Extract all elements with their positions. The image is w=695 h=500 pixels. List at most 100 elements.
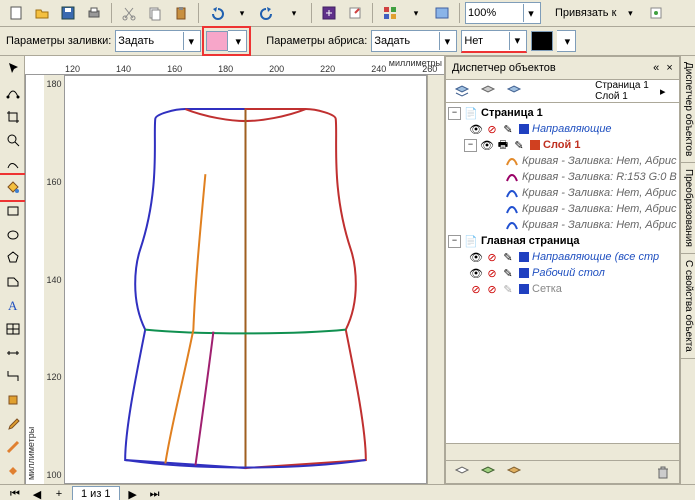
rectangle-tool[interactable]: [1, 200, 25, 223]
eye-icon[interactable]: 👁: [469, 250, 483, 264]
tree-curve-node[interactable]: Кривая - Заливка: Нет, Абрис: [448, 153, 677, 169]
eyedropper-tool[interactable]: [1, 412, 25, 435]
new-layer-button[interactable]: [450, 460, 474, 484]
tree-guides-all-node[interactable]: 👁 ⊘ ✎ Направляющие (все стр: [448, 249, 677, 265]
first-page-button[interactable]: ⏮: [6, 486, 24, 500]
print-button[interactable]: [82, 1, 106, 25]
outline-mode-dropdown[interactable]: ▾: [439, 32, 454, 50]
expand-icon[interactable]: −: [448, 107, 461, 120]
zoom-tool[interactable]: [1, 129, 25, 152]
tree-desktop-node[interactable]: 👁 ⊘ ✎ Рабочий стол: [448, 265, 677, 281]
app-launcher-button[interactable]: [378, 1, 402, 25]
last-page-button[interactable]: ⏭: [146, 486, 164, 500]
object-tree[interactable]: − 📄 Страница 1 👁 ⊘ ✎ Направляющие: [446, 103, 679, 443]
smart-fill-tool[interactable]: [1, 176, 25, 199]
tree-layer1-node[interactable]: − 👁 🖶 ✎ Слой 1: [448, 137, 677, 153]
eye-icon[interactable]: 👁: [480, 138, 494, 152]
tree-guides-node[interactable]: 👁 ⊘ ✎ Направляющие: [448, 121, 677, 137]
pencil-disabled-icon[interactable]: ✎: [501, 282, 515, 296]
pencil-icon[interactable]: ✎: [512, 138, 526, 152]
expand-icon[interactable]: −: [464, 139, 477, 152]
tree-curve-node[interactable]: Кривая - Заливка: Нет, Абрис: [448, 185, 677, 201]
tab-object-properties[interactable]: С свойства объекта: [681, 254, 695, 359]
new-master-layer-button[interactable]: [476, 460, 500, 484]
fill-mode-combo[interactable]: Задать▾: [115, 30, 201, 52]
redo-button[interactable]: [256, 1, 280, 25]
pencil-icon[interactable]: ✎: [501, 250, 515, 264]
delete-button[interactable]: [651, 460, 675, 484]
redo-dropdown[interactable]: ▾: [282, 1, 306, 25]
freehand-tool[interactable]: [1, 152, 25, 175]
add-page-button[interactable]: +: [50, 486, 68, 500]
undo-button[interactable]: [204, 1, 228, 25]
tree-master-node[interactable]: − 📄 Главная страница: [448, 233, 677, 249]
print-disabled-icon[interactable]: ⊘: [485, 282, 499, 296]
print-icon[interactable]: 🖶: [496, 138, 510, 152]
shape-tool[interactable]: [1, 82, 25, 105]
print-disabled-icon[interactable]: ⊘: [485, 250, 499, 264]
tree-curve-node[interactable]: Кривая - Заливка: R:153 G:0 B: [448, 169, 677, 185]
new-button[interactable]: [4, 1, 28, 25]
snap-dropdown[interactable]: ▾: [618, 1, 642, 25]
open-button[interactable]: [30, 1, 54, 25]
app-dropdown[interactable]: ▾: [404, 1, 428, 25]
save-button[interactable]: [56, 1, 80, 25]
layer-manager-button[interactable]: [450, 79, 474, 103]
new-layer-all-button[interactable]: [502, 460, 526, 484]
import-button[interactable]: [317, 1, 341, 25]
fill-color-swatch[interactable]: [206, 31, 228, 51]
cut-button[interactable]: [117, 1, 141, 25]
connector-tool[interactable]: [1, 365, 25, 388]
edit-across-layers-button[interactable]: [476, 79, 500, 103]
vscrollbar[interactable]: [427, 75, 444, 484]
text-tool[interactable]: A: [1, 294, 25, 317]
prev-page-button[interactable]: ◀: [28, 486, 46, 500]
panel-close-button[interactable]: ×: [666, 62, 672, 74]
copy-button[interactable]: [143, 1, 167, 25]
basic-shapes-tool[interactable]: [1, 270, 25, 293]
undo-dropdown[interactable]: ▾: [230, 1, 254, 25]
options-button[interactable]: [644, 1, 668, 25]
ellipse-tool[interactable]: [1, 223, 25, 246]
tree-page-node[interactable]: − 📄 Страница 1: [448, 105, 677, 121]
eye-disabled-icon[interactable]: ⊘: [469, 282, 483, 296]
layer-view-button[interactable]: [502, 79, 526, 103]
outline-width-dropdown[interactable]: ▾: [509, 32, 524, 50]
tab-transformations[interactable]: Преобразования: [681, 163, 695, 254]
drawing-canvas[interactable]: [64, 75, 427, 484]
tree-curve-node[interactable]: Кривая - Заливка: Нет, Абрис: [448, 217, 677, 233]
outline-width-combo[interactable]: Нет▾: [461, 30, 527, 53]
paste-button[interactable]: [169, 1, 193, 25]
outline-mode-combo[interactable]: Задать▾: [371, 30, 457, 52]
fill-color-dropdown[interactable]: ▾: [228, 30, 247, 52]
crop-tool[interactable]: [1, 105, 25, 128]
pencil-icon[interactable]: ✎: [501, 266, 515, 280]
eye-icon[interactable]: 👁: [469, 122, 483, 136]
zoom-combo[interactable]: 100%▾: [465, 2, 541, 24]
outline-color-swatch[interactable]: [531, 31, 553, 51]
outline-tool[interactable]: [1, 436, 25, 459]
tree-grid-node[interactable]: ⊘ ⊘ ✎ Сетка: [448, 281, 677, 297]
polygon-tool[interactable]: [1, 247, 25, 270]
welcome-button[interactable]: [430, 1, 454, 25]
outline-color-dropdown[interactable]: ▾: [557, 30, 576, 52]
pencil-icon[interactable]: ✎: [501, 122, 515, 136]
effects-tool[interactable]: [1, 389, 25, 412]
print-disabled-icon[interactable]: ⊘: [485, 266, 499, 280]
print-disabled-icon[interactable]: ⊘: [485, 122, 499, 136]
panel-hscrollbar[interactable]: [446, 443, 679, 460]
panel-collapse-button[interactable]: «: [653, 62, 659, 74]
pick-tool[interactable]: [1, 58, 25, 81]
next-page-button[interactable]: ▶: [124, 486, 142, 500]
panel-menu-button[interactable]: ▸: [651, 79, 675, 103]
fill-tool[interactable]: [1, 459, 25, 482]
export-button[interactable]: [343, 1, 367, 25]
fill-mode-dropdown[interactable]: ▾: [183, 32, 198, 50]
tree-curve-node[interactable]: Кривая - Заливка: Нет, Абрис: [448, 201, 677, 217]
eye-icon[interactable]: 👁: [469, 266, 483, 280]
tab-object-manager[interactable]: Диспетчер объектов: [681, 56, 695, 163]
zoom-dropdown[interactable]: ▾: [523, 4, 538, 22]
expand-icon[interactable]: −: [448, 235, 461, 248]
table-tool[interactable]: [1, 318, 25, 341]
dimension-tool[interactable]: [1, 341, 25, 364]
